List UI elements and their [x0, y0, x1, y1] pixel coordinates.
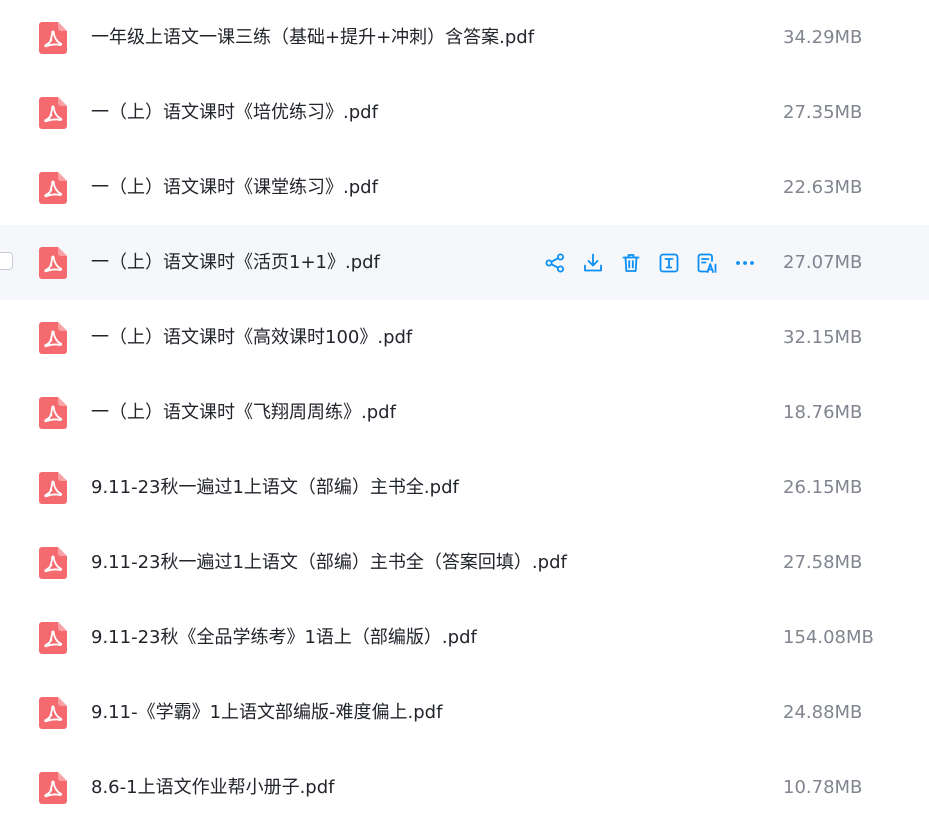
file-size: 10.78MB [783, 777, 863, 798]
pdf-icon [39, 547, 67, 579]
file-row[interactable]: 9.11-23秋一遍过1上语文（部编）主书全.pdf 26.15MB [0, 450, 929, 525]
file-row[interactable]: 一（上）语文课时《高效课时100》.pdf 32.15MB [0, 300, 929, 375]
file-name[interactable]: 9.11-23秋一遍过1上语文（部编）主书全.pdf [91, 476, 459, 500]
pdf-icon [39, 97, 67, 129]
file-row[interactable]: 8.6-1上语文作业帮小册子.pdf 10.78MB [0, 750, 929, 825]
file-list: 一年级上语文一课三练（基础+提升+冲刺）含答案.pdf 34.29MB 一（上）… [0, 0, 929, 830]
pdf-icon [39, 397, 67, 429]
file-size: 32.15MB [783, 327, 863, 348]
pdf-icon [39, 172, 67, 204]
pdf-icon [39, 22, 67, 54]
file-name[interactable]: 一年级上语文一课三练（基础+提升+冲刺）含答案.pdf [91, 26, 534, 50]
delete-icon[interactable] [619, 251, 643, 275]
row-checkbox[interactable] [0, 252, 13, 270]
file-name[interactable]: 一（上）语文课时《培优练习》.pdf [91, 101, 378, 125]
file-row[interactable]: 一（上）语文课时《课堂练习》.pdf 22.63MB [0, 150, 929, 225]
rename-icon[interactable] [657, 251, 681, 275]
file-name[interactable]: 9.11-23秋《全品学练考》1语上（部编版）.pdf [91, 626, 477, 650]
pdf-icon [39, 322, 67, 354]
file-row[interactable]: 一（上）语文课时《培优练习》.pdf 27.35MB [0, 75, 929, 150]
file-size: 27.35MB [783, 102, 863, 123]
file-name[interactable]: 一（上）语文课时《活页1+1》.pdf [91, 251, 380, 275]
file-size: 27.58MB [783, 552, 863, 573]
file-size: 34.29MB [783, 27, 863, 48]
file-row[interactable]: 一年级上语文一课三练（基础+提升+冲刺）含答案.pdf 34.29MB [0, 0, 929, 75]
file-row[interactable]: 9.11-23秋一遍过1上语文（部编）主书全（答案回填）.pdf 27.58MB [0, 525, 929, 600]
file-name[interactable]: 8.6-1上语文作业帮小册子.pdf [91, 776, 334, 800]
pdf-icon [39, 622, 67, 654]
more-icon[interactable] [733, 251, 757, 275]
row-actions [543, 249, 757, 277]
file-name[interactable]: 9.11-23秋一遍过1上语文（部编）主书全（答案回填）.pdf [91, 551, 567, 575]
file-name[interactable]: 一（上）语文课时《飞翔周周练》.pdf [91, 401, 396, 425]
file-size: 27.07MB [783, 252, 863, 273]
share-icon[interactable] [543, 251, 567, 275]
ai-read-icon[interactable] [695, 251, 719, 275]
pdf-icon [39, 697, 67, 729]
file-size: 26.15MB [783, 477, 863, 498]
file-size: 154.08MB [783, 627, 874, 648]
file-name[interactable]: 一（上）语文课时《高效课时100》.pdf [91, 326, 412, 350]
file-row[interactable]: 一（上）语文课时《飞翔周周练》.pdf 18.76MB [0, 375, 929, 450]
file-size: 24.88MB [783, 702, 863, 723]
file-row[interactable]: 一（上）语文课时《活页1+1》.pdf 27.07MB [0, 225, 929, 300]
pdf-icon [39, 247, 67, 279]
file-size: 22.63MB [783, 177, 863, 198]
pdf-icon [39, 772, 67, 804]
file-size: 18.76MB [783, 402, 863, 423]
file-name[interactable]: 一（上）语文课时《课堂练习》.pdf [91, 176, 378, 200]
pdf-icon [39, 472, 67, 504]
file-name[interactable]: 9.11-《学霸》1上语文部编版-难度偏上.pdf [91, 701, 442, 725]
file-row[interactable]: 9.11-《学霸》1上语文部编版-难度偏上.pdf 24.88MB [0, 675, 929, 750]
file-row[interactable]: 9.11-23秋《全品学练考》1语上（部编版）.pdf 154.08MB [0, 600, 929, 675]
download-icon[interactable] [581, 251, 605, 275]
